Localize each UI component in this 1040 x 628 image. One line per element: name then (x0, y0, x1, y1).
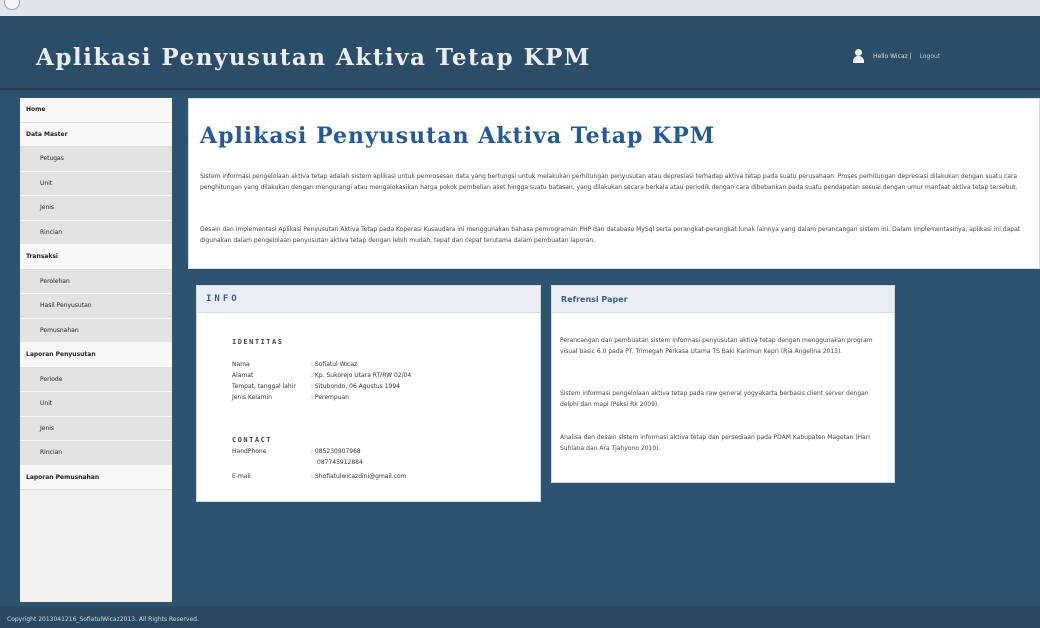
sidebar-item-unit[interactable]: Unit (20, 392, 172, 417)
handphone-value: : 085230907968 (311, 448, 361, 455)
sidebar-item-rincian[interactable]: Rincian (20, 441, 172, 466)
info-panel: INFO IDENTITAS Nama : Sofiatul Wicaz Ala… (196, 285, 541, 502)
sidebar-item-pemusnahan[interactable]: Pemusnahan (20, 318, 172, 343)
email-value: : Shofiatulwicazdini@gmail.com (311, 473, 407, 480)
user-greeting: Hello Wicaz | (873, 52, 912, 60)
contact-row: HandPhone : 085230907968 (232, 448, 491, 455)
sidebar-item-rincian[interactable]: Rincian (20, 220, 172, 245)
app-title: Aplikasi Penyusutan Aktiva Tetap KPM (36, 44, 591, 71)
page-title: Aplikasi Penyusutan Aktiva Tetap KPM (200, 123, 716, 149)
sidebar-item-periode[interactable]: Periode (20, 367, 172, 392)
sidebar-item-hasil-penyusutan[interactable]: Hasil Penyusutan (20, 294, 172, 319)
user-menu: Hello Wicaz | Logout (852, 49, 940, 63)
sidebar-item-home[interactable]: Home (20, 98, 172, 123)
sidebar-item-jenis[interactable]: Jenis (20, 416, 172, 441)
reference-item: Sistem informasi pengelolaan aktiva teta… (560, 390, 869, 408)
info-panel-header: INFO (197, 286, 540, 313)
sidebar-item-data-master[interactable]: Data Master (20, 122, 172, 147)
description-paragraph-2: Desain dan implementasi Aplikasi Penyusu… (200, 226, 1021, 244)
sidebar-item-petugas[interactable]: Petugas (20, 147, 172, 172)
identity-value: : Situbondo, 06 Agustus 1994 (311, 383, 400, 390)
sidebar-item-transaksi[interactable]: Transaksi (20, 245, 172, 270)
identity-row: Jenis Kelamin : Perempuan (232, 394, 491, 401)
identity-value: : Kp. Sukorejo Utara RT/RW 02/04 (311, 372, 412, 379)
app-header: Aplikasi Penyusutan Aktiva Tetap KPM Hel… (0, 16, 1040, 90)
reference-item: Perancangan dan pembuatan sistem informa… (560, 337, 873, 355)
reference-panel-header: Refrensi Paper (552, 286, 894, 313)
handphone-value-2: 087745912884 (317, 459, 363, 466)
sidebar-item-unit[interactable]: Unit (20, 171, 172, 196)
identity-label: Alamat (232, 372, 254, 379)
sidebar-item-perolehan[interactable]: Perolehan (20, 269, 172, 294)
logout-link[interactable]: Logout (920, 53, 941, 60)
contact-heading: CONTACT (232, 436, 273, 444)
identity-label: Jenis Kelamin (232, 394, 272, 401)
footer: Copyright 2013041216_SofiatulWicaz2013. … (0, 606, 1040, 628)
identity-label: Tempat, tanggal lahir (232, 383, 296, 390)
contact-row: E-mail : Shofiatulwicazdini@gmail.com (232, 473, 491, 480)
identity-row: Tempat, tanggal lahir : Situbondo, 06 Ag… (232, 383, 491, 390)
identity-row: Nama : Sofiatul Wicaz (232, 361, 491, 368)
sidebar-item-laporan-pemusnahan[interactable]: Laporan Pemusnahan (20, 465, 172, 490)
reference-panel: Refrensi Paper Perancangan dan pembuatan… (551, 285, 895, 483)
identity-value: : Perempuan (311, 394, 349, 401)
identity-row: Alamat : Kp. Sukorejo Utara RT/RW 02/04 (232, 372, 491, 379)
identity-label: Nama (232, 361, 250, 368)
sidebar-item-laporan-penyusutan[interactable]: Laporan Penyusutan (20, 343, 172, 368)
contact-row: 087745912884 (232, 459, 497, 466)
sidebar-item-jenis[interactable]: Jenis (20, 196, 172, 221)
reference-item: Analisa dan desain sistem informasi akti… (560, 434, 870, 452)
handphone-label: HandPhone (232, 448, 267, 455)
info-heading: INFO (206, 294, 240, 304)
user-icon (852, 49, 865, 63)
identity-value: : Sofiatul Wicaz (311, 361, 358, 368)
reference-heading: Refrensi Paper (561, 294, 628, 304)
browser-top-strip (0, 0, 1040, 16)
email-label: E-mail (232, 473, 251, 480)
circle-icon (4, 0, 20, 10)
description-paragraph-1: Sistem informasi pengelolaan aktiva teta… (200, 173, 1018, 191)
welcome-panel: Aplikasi Penyusutan Aktiva Tetap KPM Sis… (188, 98, 1040, 269)
identitas-heading: IDENTITAS (232, 338, 284, 346)
copyright-text: Copyright 2013041216_SofiatulWicaz2013. … (7, 616, 199, 623)
sidebar-nav: Home Data Master Petugas Unit Jenis Rincian Tr… (20, 98, 172, 602)
